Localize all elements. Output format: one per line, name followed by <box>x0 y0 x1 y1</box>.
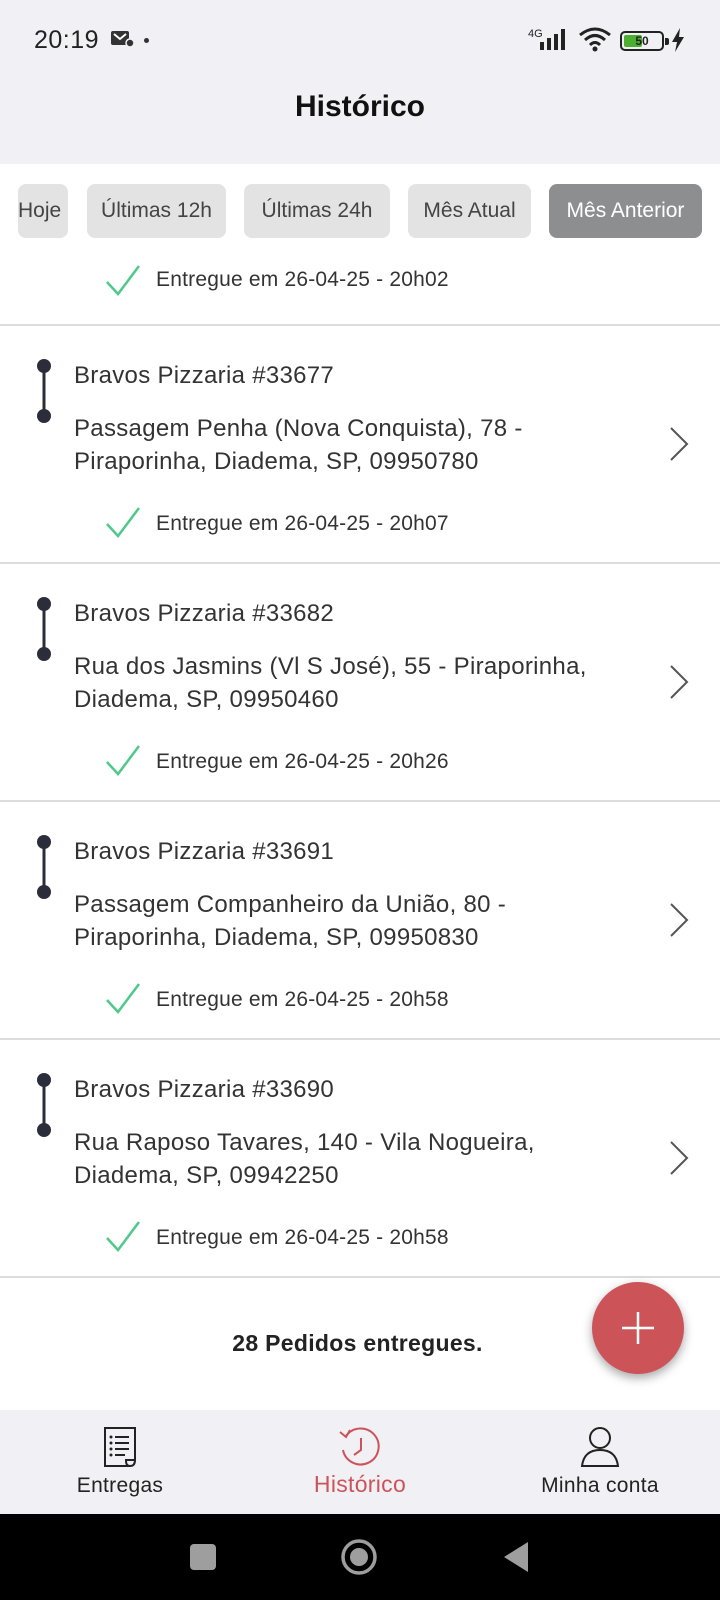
delivered-text: Entregue em 26-04-25 - 20h58 <box>156 1226 449 1249</box>
order-name: Bravos Pizzaria #33682 <box>74 600 335 627</box>
delivered-text: Entregue em 26-04-25 - 20h58 <box>156 988 449 1011</box>
wifi-icon <box>579 27 611 52</box>
filter-mes-anterior[interactable]: Mês Anterior <box>549 184 702 238</box>
home-button[interactable] <box>340 1538 378 1576</box>
history-clock-icon <box>339 1427 380 1466</box>
order-item[interactable]: Bravos Pizzaria #33682 Rua dos Jasmins (… <box>0 564 720 802</box>
chevron-right-icon[interactable] <box>668 426 690 462</box>
chevron-right-icon[interactable] <box>668 1140 690 1176</box>
order-name: Bravos Pizzaria #33691 <box>74 838 335 865</box>
notification-dot <box>144 38 149 43</box>
nav-label: Histórico <box>313 1471 407 1497</box>
filter-bar[interactable]: Hoje Últimas 12h Últimas 24h Mês Atual M… <box>0 164 720 254</box>
nav-label: Entregas <box>76 1474 164 1497</box>
nav-minha-conta[interactable]: Minha conta <box>480 1410 720 1514</box>
route-icon <box>37 1073 51 1137</box>
system-nav-bar <box>0 1514 720 1600</box>
delivered-text: Entregue em 26-04-25 - 20h26 <box>156 750 449 773</box>
recent-apps-button[interactable] <box>190 1544 216 1570</box>
nav-historico[interactable]: Histórico <box>240 1410 480 1514</box>
route-icon <box>37 359 51 423</box>
status-bar: 20:19 4G 50 <box>0 0 720 82</box>
chevron-right-icon[interactable] <box>668 664 690 700</box>
list-item-partial[interactable]: Entregue em 26-04-25 - 20h02 <box>0 254 720 326</box>
delivered-text: Entregue em 26-04-25 - 20h07 <box>156 512 449 535</box>
battery-level: 50 <box>635 34 649 48</box>
check-icon <box>106 507 140 538</box>
order-name: Bravos Pizzaria #33677 <box>74 362 335 389</box>
filter-ultimas-12h[interactable]: Últimas 12h <box>87 184 226 238</box>
order-address: Passagem Penha (Nova Conquista), 78 - Pi… <box>74 415 523 475</box>
delivered-text: Entregue em 26-04-25 - 20h02 <box>156 268 449 291</box>
order-address: Rua dos Jasmins (Vl S José), 55 - Pirapo… <box>74 653 587 713</box>
route-icon <box>37 835 51 899</box>
signal-icon <box>540 29 565 50</box>
order-name: Bravos Pizzaria #33690 <box>74 1076 335 1103</box>
nav-entregas[interactable]: Entregas <box>0 1410 240 1514</box>
order-item[interactable]: Bravos Pizzaria #33691 Passagem Companhe… <box>0 802 720 1040</box>
order-item[interactable]: Bravos Pizzaria #33677 Passagem Penha (N… <box>0 326 720 564</box>
document-list-icon <box>104 1427 136 1467</box>
check-icon <box>106 1221 140 1252</box>
order-item[interactable]: Bravos Pizzaria #33690 Rua Raposo Tavare… <box>0 1040 720 1278</box>
check-icon <box>106 265 140 296</box>
status-time: 20:19 <box>34 26 100 54</box>
route-icon <box>37 597 51 661</box>
order-address: Rua Raposo Tavares, 140 - Vila Nogueira,… <box>74 1129 535 1189</box>
user-icon <box>580 1427 620 1467</box>
page-title: Histórico <box>294 90 426 123</box>
notification-icon <box>111 31 134 48</box>
battery-icon: 50 <box>620 31 669 51</box>
add-button[interactable] <box>592 1282 684 1374</box>
chevron-right-icon[interactable] <box>668 902 690 938</box>
plus-icon <box>622 1312 654 1344</box>
filter-hoje[interactable]: Hoje <box>18 184 68 238</box>
filter-mes-atual[interactable]: Mês Atual <box>408 184 531 238</box>
order-address: Passagem Companheiro da União, 80 - Pira… <box>74 891 507 951</box>
nav-label: Minha conta <box>541 1474 659 1497</box>
top-bar: 20:19 4G 50 Histórico <box>0 0 720 164</box>
check-icon <box>106 983 140 1014</box>
check-icon <box>106 745 140 776</box>
bottom-nav: Entregas Histórico Minha conta <box>0 1410 720 1514</box>
charging-icon <box>672 28 684 52</box>
filter-ultimas-24h[interactable]: Últimas 24h <box>244 184 390 238</box>
back-button[interactable] <box>502 1540 530 1574</box>
